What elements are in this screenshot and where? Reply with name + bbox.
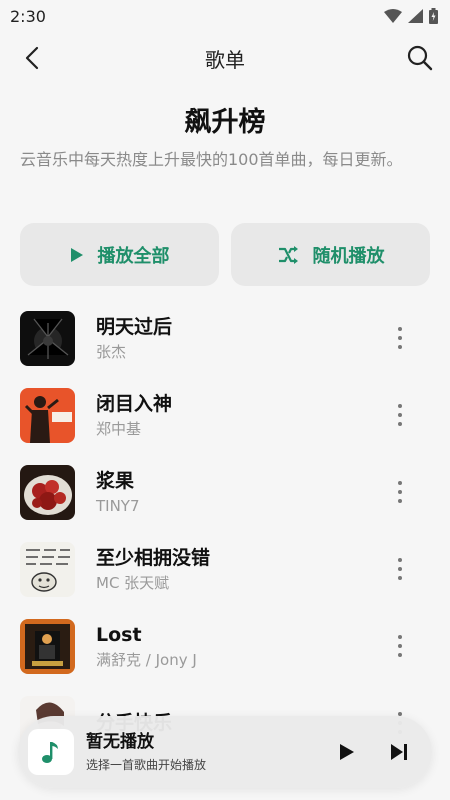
signal-icon — [408, 9, 423, 23]
song-info: 至少相拥没错 MC 张天赋 — [96, 546, 210, 594]
album-cover — [20, 619, 75, 674]
play-all-label: 播放全部 — [97, 245, 170, 267]
song-info: Lost 满舒克 / Jony J — [96, 623, 197, 671]
play-all-button[interactable]: 播放全部 — [20, 223, 219, 286]
more-options-button[interactable] — [390, 326, 410, 350]
song-artist: 满舒克 / Jony J — [96, 650, 197, 669]
song-row[interactable]: 闭目入神 郑中基 — [0, 377, 450, 454]
song-row[interactable]: 浆果 TINY7 — [0, 454, 450, 531]
song-artist: TINY7 — [96, 496, 140, 515]
song-title: 明天过后 — [96, 315, 173, 338]
app-bar: 歌单 — [0, 34, 450, 82]
search-button[interactable] — [404, 42, 436, 74]
mini-player-title: 暂无播放 — [86, 731, 154, 752]
album-cover — [20, 542, 75, 597]
play-icon — [340, 744, 354, 760]
mini-player-cover — [28, 729, 74, 775]
album-cover — [20, 388, 75, 443]
more-options-button[interactable] — [390, 403, 410, 427]
battery-icon — [429, 8, 438, 24]
music-note-icon — [42, 742, 58, 763]
more-options-button[interactable] — [390, 634, 410, 658]
more-options-button[interactable] — [390, 480, 410, 504]
song-artist: 郑中基 — [96, 419, 142, 438]
playlist-description: 云音乐中每天热度上升最快的100首单曲，每日更新。 — [20, 150, 403, 169]
play-button[interactable] — [332, 736, 362, 768]
more-options-button[interactable] — [390, 557, 410, 581]
shuffle-icon — [278, 245, 298, 264]
song-title: Lost — [96, 623, 142, 646]
search-icon — [407, 45, 433, 71]
back-arrow-icon — [25, 46, 39, 70]
shuffle-button[interactable]: 随机播放 — [231, 223, 430, 286]
song-title: 闭目入神 — [96, 392, 173, 415]
song-row[interactable]: 至少相拥没错 MC 张天赋 — [0, 531, 450, 608]
album-cover — [20, 465, 75, 520]
mini-player[interactable]: 暂无播放 选择一首歌曲开始播放 — [18, 716, 432, 788]
playlist-title: 飙升榜 — [184, 107, 266, 138]
song-title: 浆果 — [96, 469, 135, 492]
status-icons — [384, 8, 438, 24]
status-bar: 2:30 — [0, 0, 450, 32]
song-info: 闭目入神 郑中基 — [96, 392, 172, 440]
song-title: 至少相拥没错 — [96, 546, 211, 569]
song-info: 浆果 TINY7 — [96, 469, 140, 517]
song-row[interactable]: Lost 满舒克 / Jony J — [0, 608, 450, 685]
album-cover — [20, 311, 75, 366]
shuffle-label: 随机播放 — [312, 245, 385, 267]
song-info: 明天过后 张杰 — [96, 315, 172, 363]
wifi-icon — [384, 9, 402, 23]
next-button[interactable] — [384, 736, 414, 768]
song-artist: 张杰 — [96, 342, 127, 361]
skip-next-icon — [391, 744, 407, 760]
mini-player-controls — [332, 736, 414, 768]
play-icon — [70, 247, 83, 262]
page-title: 歌单 — [205, 47, 245, 72]
back-button[interactable] — [16, 42, 48, 74]
song-row[interactable]: 明天过后 张杰 — [0, 300, 450, 377]
song-list: 明天过后 张杰 闭目入神 郑中基 浆果 TINY7 至少相拥没错 MC 张天赋 — [0, 300, 450, 762]
status-time: 2:30 — [10, 6, 46, 26]
song-artist: MC 张天赋 — [96, 573, 170, 592]
mini-player-info: 暂无播放 选择一首歌曲开始播放 — [86, 731, 206, 774]
mini-player-subtitle: 选择一首歌曲开始播放 — [86, 757, 207, 772]
